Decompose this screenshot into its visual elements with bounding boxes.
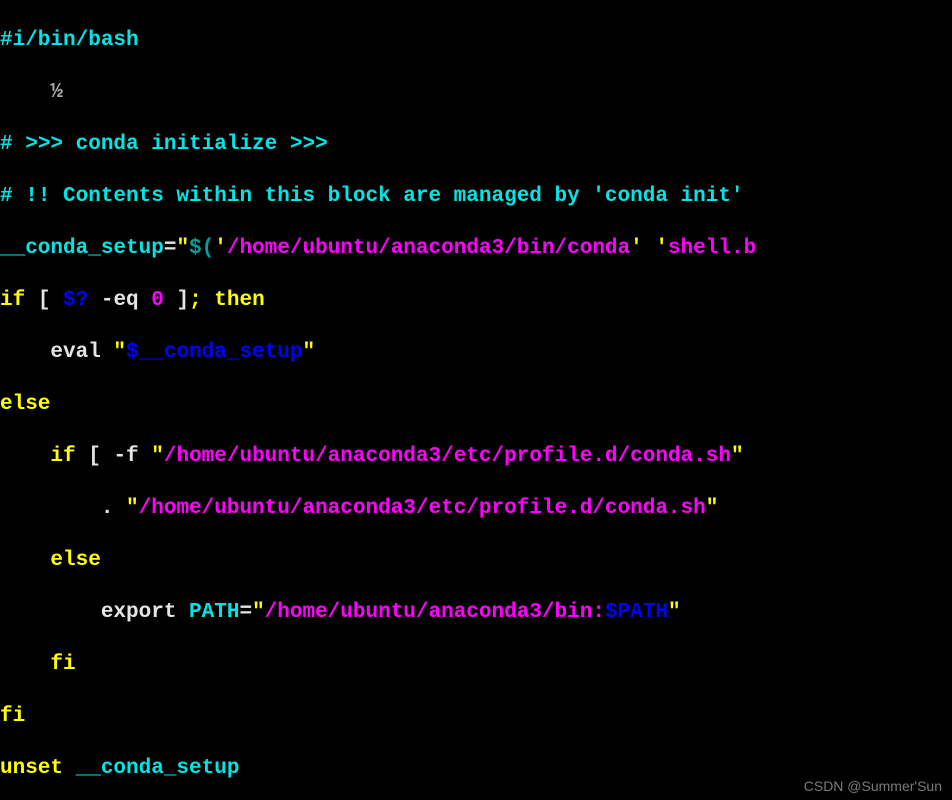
keyword-fi: fi xyxy=(0,653,76,676)
code-line: else xyxy=(0,392,952,418)
comment-hash: # xyxy=(0,185,13,208)
path-literal: /home/ubuntu/anaconda3/etc/profile.d/con… xyxy=(139,497,706,520)
code-line: fi xyxy=(0,652,952,678)
variable-name: PATH xyxy=(176,601,239,624)
keyword-else: else xyxy=(0,393,50,416)
variable-ref: $PATH xyxy=(605,601,668,624)
keyword-fi: fi xyxy=(0,705,25,728)
variable-name: __conda_setup xyxy=(63,757,239,780)
fraction-char xyxy=(0,81,50,104)
variable-ref: $__conda_setup xyxy=(126,341,302,364)
code-line: # >>> conda initialize >>> xyxy=(0,132,952,158)
path-literal: /home/ubuntu/anaconda3/etc/profile.d/con… xyxy=(164,445,731,468)
terminal-viewport[interactable]: #i/bin/bash ½ # >>> conda initialize >>>… xyxy=(0,0,952,800)
shebang: #i/bin/bash xyxy=(0,29,139,52)
code-line: __conda_setup="$('/home/ubuntu/anaconda3… xyxy=(0,236,952,262)
code-line: else xyxy=(0,548,952,574)
path-literal: /home/ubuntu/anaconda3/bin: xyxy=(265,601,605,624)
path-literal: /home/ubuntu/anaconda3/bin/conda xyxy=(227,237,630,260)
variable-name: __conda_setup xyxy=(0,237,164,260)
comment-hash: # xyxy=(0,133,13,156)
code-line: if [ $? -eq 0 ]; then xyxy=(0,288,952,314)
code-line: ½ xyxy=(0,80,952,106)
code-line: . "/home/ubuntu/anaconda3/etc/profile.d/… xyxy=(0,496,952,522)
variable-ref: $? xyxy=(63,289,88,312)
watermark-text: CSDN @Summer'Sun xyxy=(804,778,942,794)
keyword-else: else xyxy=(0,549,101,572)
code-line: eval "$__conda_setup" xyxy=(0,340,952,366)
code-line: fi xyxy=(0,704,952,730)
keyword-if: if xyxy=(0,289,25,312)
code-line: # !! Contents within this block are mana… xyxy=(0,184,952,210)
code-line: #i/bin/bash xyxy=(0,28,952,54)
code-line: export PATH="/home/ubuntu/anaconda3/bin:… xyxy=(0,600,952,626)
code-line: if [ -f "/home/ubuntu/anaconda3/etc/prof… xyxy=(0,444,952,470)
keyword-unset: unset xyxy=(0,757,63,780)
